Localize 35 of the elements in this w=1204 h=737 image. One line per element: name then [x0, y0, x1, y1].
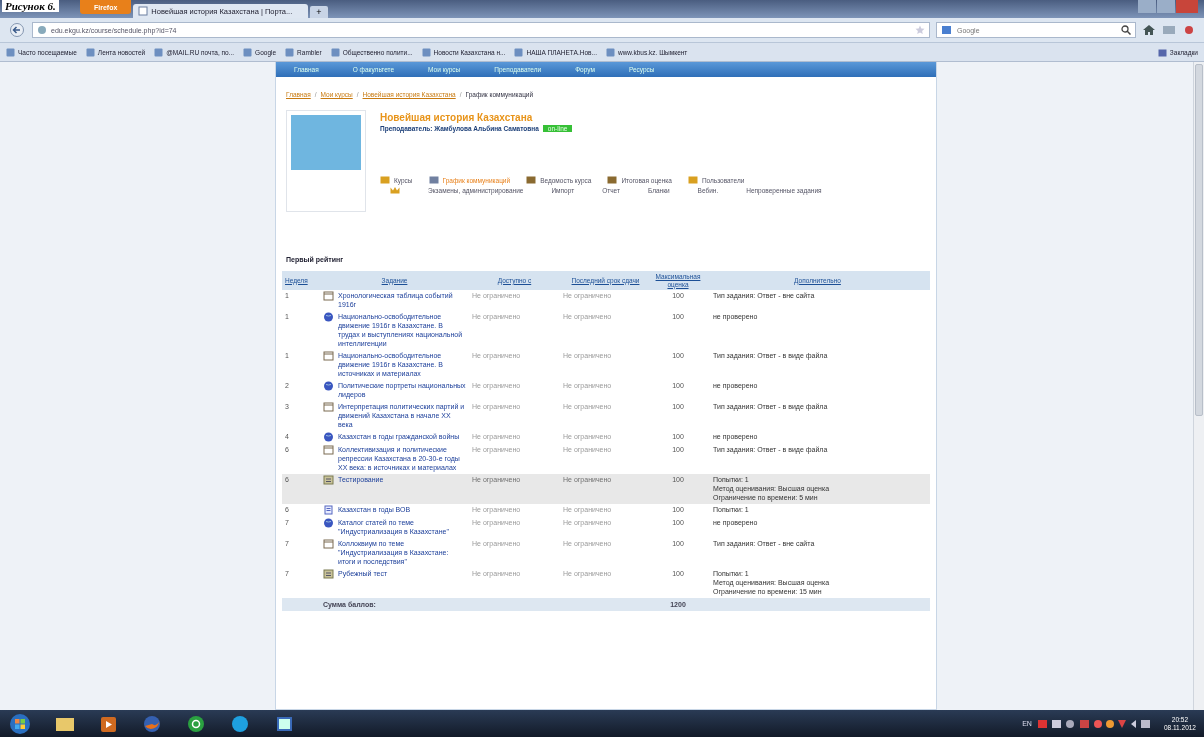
favicon-icon: [154, 47, 164, 57]
page-icon: [323, 505, 334, 515]
document-icon: [323, 539, 334, 549]
document-icon: [323, 402, 334, 412]
back-icon[interactable]: [8, 23, 26, 37]
page-icon: [138, 6, 149, 16]
crown-icon: [390, 186, 400, 194]
photo-placeholder: [291, 115, 361, 170]
link-icon: [428, 176, 439, 184]
favicon-icon: [285, 47, 295, 57]
favicon-icon: [6, 47, 15, 57]
checklist-icon: [323, 569, 334, 579]
scrollbar[interactable]: [1193, 62, 1204, 710]
search-icon: [1121, 25, 1131, 35]
document-icon: [323, 445, 334, 455]
link-icon: [380, 176, 390, 184]
favicon-icon: [514, 47, 524, 57]
checklist-icon: [323, 475, 334, 485]
new-tab-button[interactable]: +: [310, 6, 328, 18]
document-icon: [323, 351, 334, 361]
star-icon: [915, 25, 925, 35]
figure-caption: Рисунок 6.: [2, 0, 59, 12]
favicon-icon: [330, 47, 340, 57]
bookmark-folder-icon: [1157, 47, 1167, 57]
favicon-icon: [421, 47, 431, 57]
link-icon: [607, 176, 618, 184]
home-icon[interactable]: [1142, 24, 1156, 36]
link-icon: [687, 176, 698, 184]
document-icon: [323, 291, 334, 301]
favicon-icon: [605, 47, 615, 57]
link-icon: [526, 176, 537, 184]
favicon-icon: [85, 47, 95, 57]
scroll-thumb[interactable]: [1195, 64, 1203, 416]
course-title: Новейшая история Казахстана: [380, 112, 534, 123]
favicon-icon: [243, 47, 253, 57]
